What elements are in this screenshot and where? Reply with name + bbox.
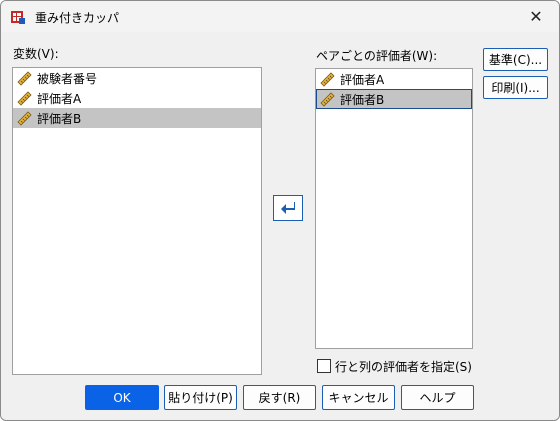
cancel-button[interactable]: キャンセル <box>322 385 395 410</box>
ruler-icon <box>17 111 32 126</box>
cancel-button-label: キャンセル <box>328 391 389 405</box>
help-button-label: ヘルプ <box>419 391 456 405</box>
list-item-label: 被験者番号 <box>37 71 98 86</box>
pairwise-listbox[interactable]: 評価者A 評価者B <box>315 68 473 349</box>
list-item[interactable]: 評価者B <box>316 89 472 109</box>
help-button[interactable]: ヘルプ <box>401 385 474 410</box>
list-item[interactable]: 被験者番号 <box>13 68 261 88</box>
close-icon: ✕ <box>529 7 543 26</box>
list-item-label: 評価者B <box>340 92 385 107</box>
ok-button[interactable]: OK <box>85 385 159 410</box>
variables-listbox[interactable]: 被験者番号評価者A 評価者B <box>12 67 262 375</box>
pairwise-label: ペアごとの評価者(W): <box>316 49 438 63</box>
ruler-icon <box>17 71 32 86</box>
arrow-left-icon <box>281 202 295 214</box>
paste-button-label: 貼り付け(P) <box>168 391 233 405</box>
title-bar: 重み付きカッパ ✕ <box>1 1 559 32</box>
dialog-window: 重み付きカッパ ✕ 変数(V): 被験者番号 評価者A 評価者B ペアごとの評価者(… <box>0 0 560 421</box>
print-button-label: 印刷(I)... <box>491 81 540 95</box>
list-item[interactable]: 評価者B <box>13 108 261 128</box>
variables-label: 変数(V): <box>13 47 59 61</box>
print-button[interactable]: 印刷(I)... <box>483 76 548 99</box>
reset-button-label: 戻す(R) <box>258 391 301 405</box>
list-item[interactable]: 評価者A <box>13 88 261 108</box>
ok-button-label: OK <box>113 390 131 405</box>
ruler-icon <box>320 92 335 107</box>
list-item-label: 評価者A <box>37 91 82 106</box>
specify-raters-checkbox[interactable] <box>317 359 331 373</box>
paste-button[interactable]: 貼り付け(P) <box>164 385 237 410</box>
specify-raters-label: 行と列の評価者を指定(S) <box>335 360 472 374</box>
criteria-button[interactable]: 基準(C)... <box>483 48 548 71</box>
app-icon <box>11 11 25 24</box>
window-title: 重み付きカッパ <box>35 11 120 25</box>
ruler-icon <box>17 91 32 106</box>
ruler-icon <box>320 72 335 87</box>
list-item-label: 評価者A <box>340 72 385 87</box>
criteria-button-label: 基準(C)... <box>488 53 543 67</box>
move-left-button[interactable] <box>273 195 303 221</box>
list-item-label: 評価者B <box>37 111 82 126</box>
close-button[interactable]: ✕ <box>513 1 559 32</box>
list-item[interactable]: 評価者A <box>316 69 472 89</box>
reset-button[interactable]: 戻す(R) <box>243 385 316 410</box>
